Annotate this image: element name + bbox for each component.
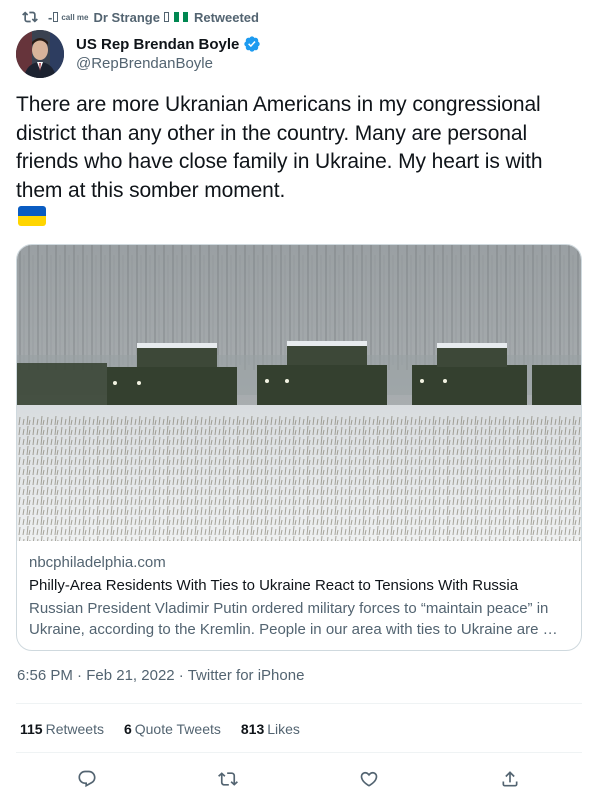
avatar-image — [16, 30, 64, 78]
tweet-stats: 115 Retweets 6 Quote Tweets 813 Likes — [20, 721, 320, 737]
retweet-button[interactable] — [217, 768, 239, 790]
reply-icon — [78, 770, 96, 788]
tweet-date-link[interactable]: Feb 21, 2022 — [86, 667, 174, 684]
tweet-actions — [0, 764, 598, 794]
card-domain: nbcphiladelphia.com — [29, 554, 166, 571]
meta-separator: · — [72, 667, 87, 684]
retweeter-display-name: Dr Strange — [93, 9, 160, 25]
divider — [16, 703, 582, 704]
quote-tweets-label: Quote Tweets — [134, 721, 221, 737]
tweet-source-link[interactable]: Twitter for iPhone — [188, 667, 305, 684]
quote-tweets-stat[interactable]: 6 Quote Tweets — [124, 721, 221, 737]
retweet-context: - call me Dr Strange Retweeted — [22, 8, 259, 26]
retweet-icon — [218, 772, 238, 786]
meta-separator: · — [174, 667, 188, 684]
retweeter-name[interactable]: - call me Dr Strange — [48, 10, 192, 25]
like-button[interactable] — [358, 768, 380, 790]
tweet-meta: 6:56 PM · Feb 21, 2022 · Twitter for iPh… — [17, 667, 304, 684]
missing-glyph-icon — [53, 12, 59, 22]
retweeter-prefix: - — [48, 9, 53, 25]
tweet-author: US Rep Brendan Boyle @RepBrendanBoyle — [16, 30, 261, 78]
avatar[interactable] — [16, 30, 64, 78]
card-image — [17, 245, 581, 541]
author-display-name[interactable]: US Rep Brendan Boyle — [76, 36, 239, 53]
share-icon — [502, 771, 518, 787]
share-button[interactable] — [499, 768, 521, 790]
verified-badge-icon — [244, 36, 261, 52]
retweets-label: Retweets — [45, 721, 104, 737]
retweeted-label: Retweeted — [193, 9, 259, 25]
card-description: Russian President Vladimir Putin ordered… — [29, 600, 558, 638]
author-name-row[interactable]: US Rep Brendan Boyle — [76, 34, 261, 54]
link-card[interactable]: nbcphiladelphia.com Philly-Area Resident… — [16, 244, 582, 651]
retweets-stat[interactable]: 115 Retweets — [20, 721, 104, 737]
missing-glyph-icon — [163, 12, 169, 22]
like-icon — [360, 771, 378, 787]
reply-button[interactable] — [76, 768, 98, 790]
card-title: Philly-Area Residents With Ties to Ukrai… — [29, 577, 519, 594]
retweet-icon — [22, 11, 38, 23]
quote-tweets-count: 6 — [123, 721, 132, 737]
likes-label: Likes — [267, 721, 300, 737]
tweet-text: There are more Ukranian Americans in my … — [16, 93, 543, 202]
nigeria-flag-icon — [173, 12, 188, 22]
tweet-time-link[interactable]: 6:56 PM — [17, 667, 73, 684]
likes-count: 813 — [240, 721, 265, 737]
likes-stat[interactable]: 813 Likes — [241, 721, 300, 737]
ukraine-flag-icon — [18, 206, 46, 226]
author-handle[interactable]: @RepBrendanBoyle — [76, 54, 261, 74]
retweets-count: 115 — [20, 721, 43, 737]
divider — [16, 752, 582, 753]
retweeter-sup: call me — [61, 12, 89, 22]
